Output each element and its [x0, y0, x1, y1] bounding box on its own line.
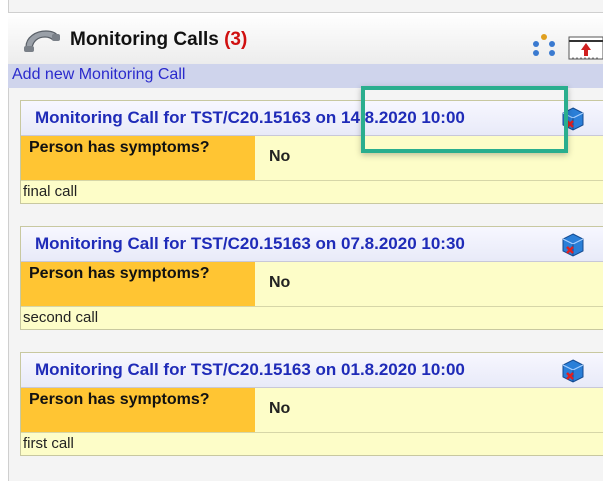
symptoms-value: No: [269, 274, 291, 291]
symptoms-value: No: [269, 400, 291, 417]
call-note: second call: [23, 309, 99, 326]
monitoring-call-card: Monitoring Call for TST/C20.15163 on 01.…: [20, 352, 603, 456]
symptoms-label: Person has symptoms?: [29, 265, 210, 282]
cube-delete-icon[interactable]: [560, 232, 586, 258]
monitoring-call-card: Monitoring Call for TST/C20.15163 on 07.…: [20, 226, 603, 330]
symptoms-row: Person has symptoms? No: [21, 262, 603, 307]
dots-icon[interactable]: [530, 32, 558, 58]
page-title: Monitoring Calls (3): [70, 29, 247, 51]
symptoms-row: Person has symptoms? No: [21, 388, 603, 433]
symptoms-label: Person has symptoms?: [29, 139, 210, 156]
title-text: Monitoring Calls: [70, 29, 219, 50]
monitoring-call-card: Monitoring Call for TST/C20.15163 on 14.…: [20, 100, 603, 204]
card-title[interactable]: Monitoring Call for TST/C20.15163 on 01.…: [35, 360, 465, 380]
call-note: first call: [23, 435, 74, 452]
phone-icon: [24, 30, 60, 52]
symptoms-label: Person has symptoms?: [29, 391, 210, 408]
add-bar: Add new Monitoring Call: [8, 64, 603, 88]
card-header: Monitoring Call for TST/C20.15163 on 14.…: [21, 101, 603, 136]
export-icon[interactable]: [568, 31, 603, 61]
card-title[interactable]: Monitoring Call for TST/C20.15163 on 07.…: [35, 234, 465, 254]
symptoms-label-cell: Person has symptoms?: [21, 262, 255, 306]
card-header: Monitoring Call for TST/C20.15163 on 01.…: [21, 353, 603, 388]
card-header: Monitoring Call for TST/C20.15163 on 07.…: [21, 227, 603, 262]
symptoms-label-cell: Person has symptoms?: [21, 388, 255, 432]
call-note: final call: [23, 183, 78, 200]
cube-delete-icon[interactable]: [560, 106, 586, 132]
card-title[interactable]: Monitoring Call for TST/C20.15163 on 14.…: [35, 108, 465, 128]
cube-delete-icon[interactable]: [560, 358, 586, 384]
symptoms-label-cell: Person has symptoms?: [21, 136, 255, 180]
add-monitoring-call-link[interactable]: Add new Monitoring Call: [12, 66, 185, 84]
symptoms-row: Person has symptoms? No: [21, 136, 603, 181]
call-count: (3): [224, 29, 248, 50]
panel-header: Monitoring Calls (3): [8, 12, 603, 66]
symptoms-value: No: [269, 148, 291, 165]
